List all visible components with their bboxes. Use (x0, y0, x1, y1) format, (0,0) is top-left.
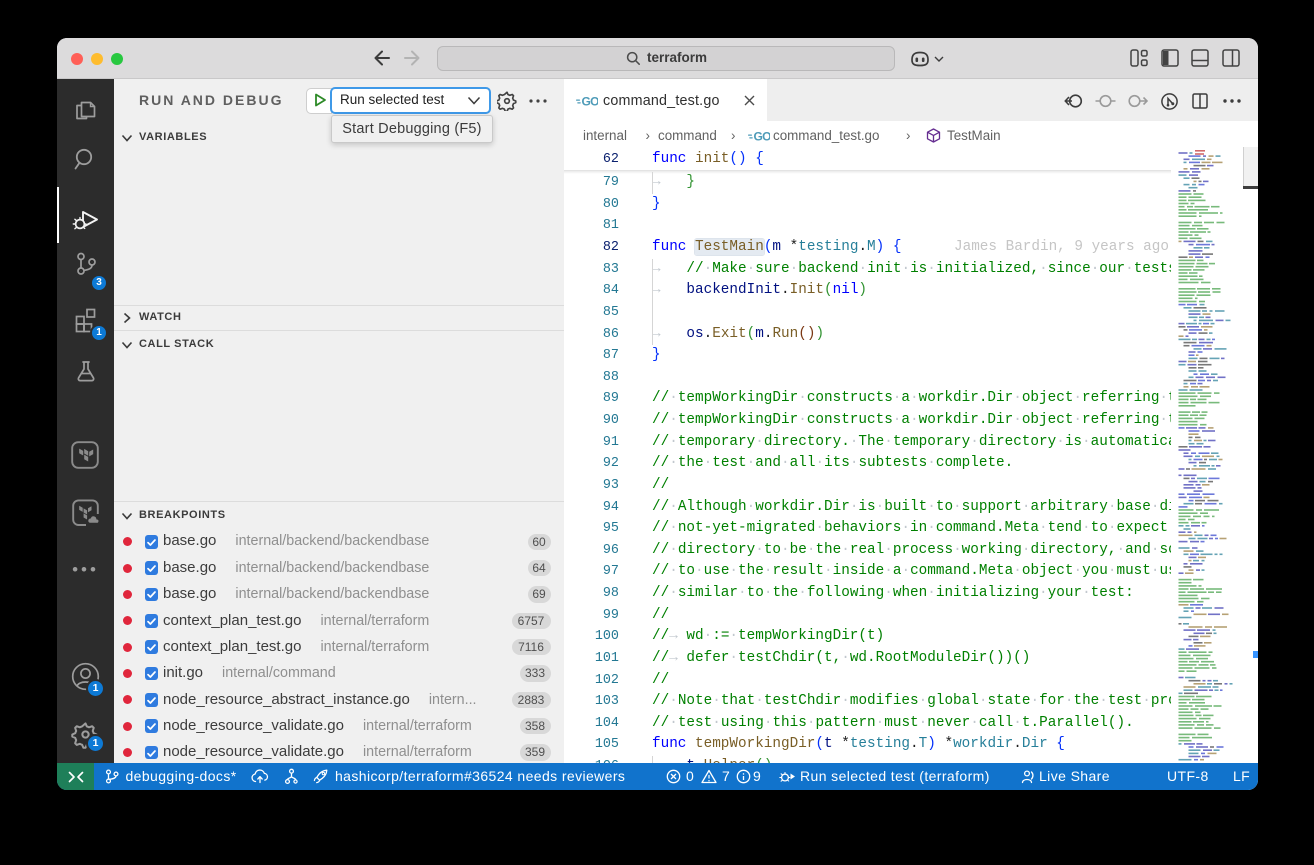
svg-text:GO: GO (582, 95, 599, 108)
svg-text:GO: GO (754, 130, 771, 143)
